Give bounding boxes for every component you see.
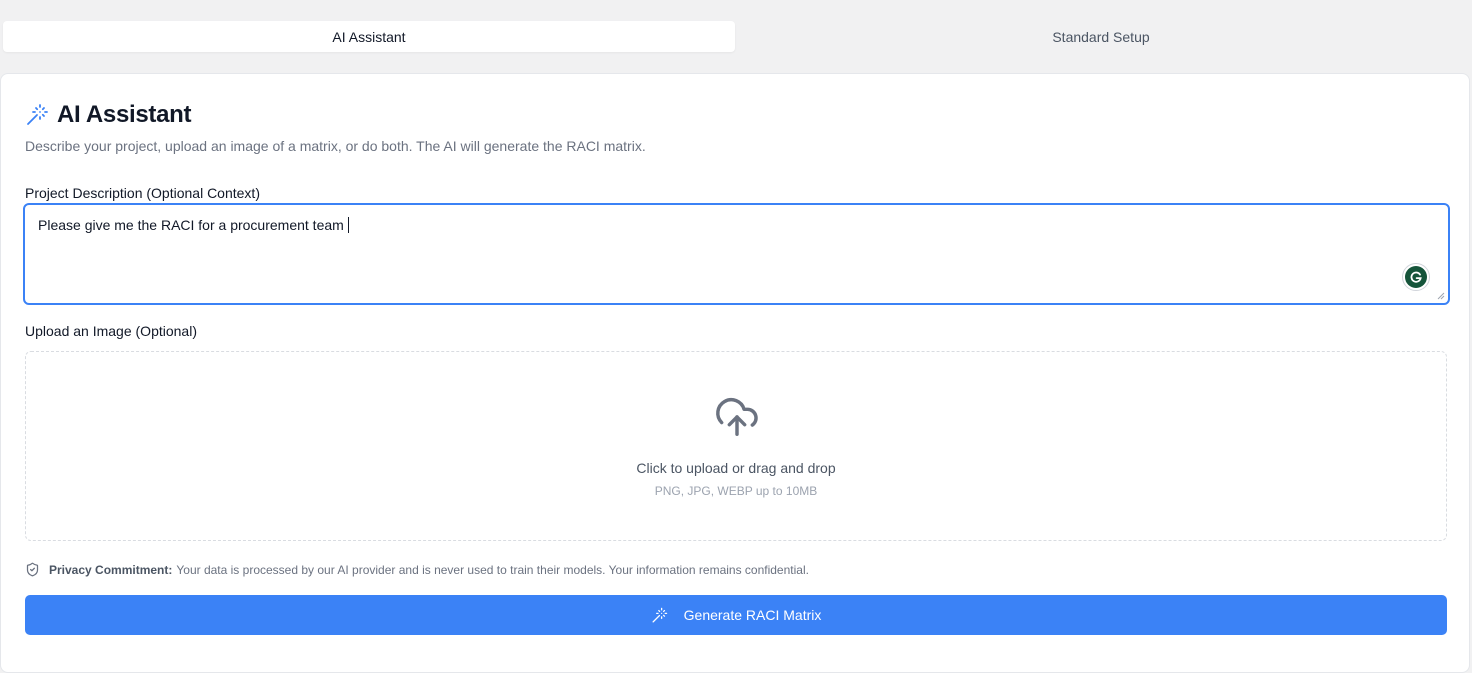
upload-file-types: PNG, JPG, WEBP up to 10MB xyxy=(654,484,818,498)
privacy-text: Your data is processed by our AI provide… xyxy=(176,562,809,577)
tab-ai-assistant[interactable]: AI Assistant xyxy=(3,21,735,52)
tab-bar: AI Assistant Standard Setup xyxy=(0,17,1472,57)
description-label: Project Description (Optional Context) xyxy=(25,185,260,201)
privacy-title: Privacy Commitment: xyxy=(49,562,173,577)
project-description-value: Please give me the RACI for a procuremen… xyxy=(38,217,344,233)
project-description-textarea[interactable]: Please give me the RACI for a procuremen… xyxy=(23,203,1450,305)
ai-assistant-card: AI Assistant Describe your project, uplo… xyxy=(0,73,1470,673)
upload-label: Upload an Image (Optional) xyxy=(25,323,197,339)
upload-instructions: Click to upload or drag and drop xyxy=(636,460,836,476)
tab-standard-setup[interactable]: Standard Setup xyxy=(735,21,1467,52)
grammarly-icon[interactable] xyxy=(1402,263,1430,291)
image-upload-dropzone[interactable]: Click to upload or drag and drop PNG, JP… xyxy=(25,351,1447,541)
card-subtitle: Describe your project, upload an image o… xyxy=(25,138,646,154)
magic-wand-icon xyxy=(652,607,667,623)
card-title: AI Assistant xyxy=(57,101,192,128)
generate-button-label: Generate RACI Matrix xyxy=(683,607,822,623)
generate-raci-button[interactable]: Generate RACI Matrix xyxy=(25,595,1447,635)
resize-handle-icon[interactable] xyxy=(1437,292,1445,300)
card-header: AI Assistant xyxy=(25,101,192,129)
magic-wand-icon xyxy=(27,104,48,125)
shield-check-icon xyxy=(26,562,39,577)
privacy-notice: Privacy Commitment: Your data is process… xyxy=(25,562,809,577)
cloud-upload-icon xyxy=(716,398,758,436)
text-caret xyxy=(347,217,349,233)
